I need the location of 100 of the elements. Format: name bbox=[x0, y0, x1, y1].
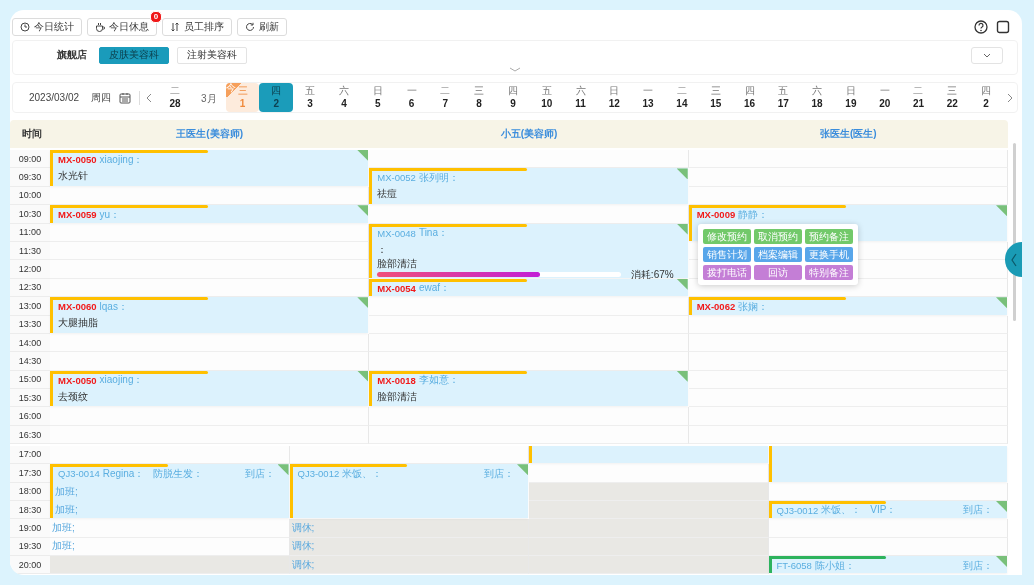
staff-name: 小五(美容师) bbox=[500, 127, 558, 141]
service-text: 脸部清洁 bbox=[377, 389, 419, 403]
client-name: Tina： bbox=[418, 226, 448, 241]
date-cell[interactable]: 六 4 bbox=[327, 83, 361, 112]
time-slot[interactable] bbox=[768, 519, 1008, 538]
time-slot[interactable] bbox=[369, 407, 689, 426]
date-cell[interactable]: 五 17 bbox=[766, 83, 801, 112]
service-text: 大腿抽脂 bbox=[58, 316, 99, 330]
time-slot[interactable] bbox=[50, 223, 370, 242]
time-slot[interactable] bbox=[369, 150, 689, 169]
appointment-card[interactable]: MX-0050 xiaojing： 去颈纹 bbox=[50, 370, 369, 407]
time-slot[interactable] bbox=[289, 445, 529, 465]
time-slot[interactable] bbox=[50, 445, 290, 465]
appointment-card[interactable]: MX-0054 ewaf： bbox=[369, 278, 688, 297]
date-cell[interactable]: 三 8 bbox=[462, 83, 497, 112]
date-cell[interactable]: 日 12 bbox=[597, 83, 632, 112]
service-text: 祛痘 bbox=[377, 187, 399, 201]
staff-name: 王医生(美容师) bbox=[176, 127, 243, 141]
toolbar-button[interactable]: 今日统计 bbox=[12, 18, 82, 36]
time-slot[interactable] bbox=[369, 205, 689, 224]
date-cell[interactable]: 六 18 bbox=[800, 83, 834, 112]
month-label: 3月 bbox=[199, 92, 218, 106]
appointment-card[interactable]: MX-0018 李如意： 脸部清洁 bbox=[369, 370, 688, 407]
appointment-card[interactable]: MX-0060 lqas： 大腿抽脂 bbox=[50, 297, 369, 333]
time-slot[interactable] bbox=[688, 352, 1008, 371]
time-label: 16:00 bbox=[10, 407, 50, 426]
slot-note: 加班; bbox=[54, 503, 78, 518]
date-cell[interactable]: 三 22 bbox=[935, 83, 970, 112]
time-slot[interactable] bbox=[688, 150, 1008, 169]
time-label: 19:00 bbox=[10, 519, 50, 538]
date-cell[interactable]: 五 10 bbox=[529, 83, 564, 112]
time-slot[interactable] bbox=[529, 556, 769, 575]
time-label: 15:30 bbox=[10, 389, 50, 408]
client-name: 陈小姐： bbox=[814, 558, 855, 573]
client-name: 李如意： bbox=[418, 373, 459, 388]
store-label: 旗舰店 bbox=[57, 48, 87, 62]
chevron-left-icon bbox=[146, 92, 153, 103]
date-cell[interactable]: 五 3 bbox=[293, 83, 328, 112]
date-cell[interactable]: 四 9 bbox=[496, 83, 530, 112]
date-cell[interactable]: 二 7 bbox=[428, 83, 463, 112]
appointment-card[interactable]: MX-0052 张列明： 祛痘 bbox=[369, 168, 688, 205]
client-tag: 防脱生发： bbox=[153, 466, 204, 481]
time-label: 13:00 bbox=[10, 297, 50, 316]
help-icon bbox=[974, 20, 988, 34]
date-cell[interactable]: 四 2 bbox=[969, 83, 1003, 112]
appointment-card[interactable]: MX-0050 xiaojing： 水光针 bbox=[50, 150, 369, 186]
time-slot[interactable] bbox=[529, 464, 769, 483]
department-tab[interactable]: 注射美容科 bbox=[177, 46, 247, 64]
collapse-chevron-icon bbox=[509, 67, 521, 72]
time-slot[interactable] bbox=[50, 260, 370, 279]
date-cell[interactable]: 四 16 bbox=[732, 83, 767, 112]
count-badge: 0 bbox=[150, 11, 162, 23]
dropdown-button[interactable] bbox=[971, 46, 1003, 64]
date-cell[interactable]: 一 6 bbox=[394, 83, 429, 112]
reserved-block[interactable] bbox=[768, 445, 1007, 482]
toolbar-button[interactable]: 刷新 bbox=[237, 18, 287, 36]
sort-icon bbox=[170, 22, 180, 32]
appointment-card[interactable]: MX-0059 yu： bbox=[50, 205, 369, 223]
date-cell[interactable]: 三 15 bbox=[698, 83, 733, 112]
date-text: 2023/03/02 bbox=[29, 92, 80, 103]
date-cell[interactable]: 六 11 bbox=[563, 83, 598, 112]
time-slot[interactable] bbox=[369, 352, 689, 371]
time-slot[interactable] bbox=[688, 389, 1008, 408]
time-slot[interactable] bbox=[688, 315, 1008, 334]
arrival-label: 到店： bbox=[963, 558, 993, 573]
client-name: xiaojing： bbox=[99, 152, 144, 167]
service-text: ： bbox=[377, 242, 389, 256]
time-slot[interactable] bbox=[50, 333, 370, 353]
time-slot[interactable] bbox=[50, 556, 290, 575]
department-tab[interactable]: 皮肤美容科 bbox=[99, 46, 169, 64]
date-cell[interactable]: 四 2 bbox=[259, 83, 294, 112]
appointment-code: MX-0054 bbox=[377, 282, 416, 294]
date-cell[interactable]: 一 20 bbox=[867, 83, 902, 112]
toolbar-button[interactable]: 今日休息 bbox=[87, 18, 157, 36]
time-slot[interactable] bbox=[50, 352, 370, 371]
time-slot[interactable] bbox=[688, 168, 1008, 187]
client-name: 米饭、： bbox=[821, 503, 862, 518]
staff-name: 张医生(医生) bbox=[820, 127, 877, 141]
client-name: 静静： bbox=[738, 207, 769, 222]
time-slot[interactable] bbox=[768, 482, 1008, 501]
appointment-card[interactable]: MX-0062 张娴： bbox=[688, 297, 1007, 315]
appointment-code: MX-0052 bbox=[377, 172, 416, 184]
date-cell[interactable]: 二 21 bbox=[901, 83, 936, 112]
usage-label: 消耗:67% bbox=[630, 269, 674, 280]
appointment-code: MX-0050 bbox=[58, 374, 97, 386]
time-label: 10:30 bbox=[10, 205, 50, 224]
time-slot[interactable] bbox=[50, 407, 370, 426]
date-cell[interactable]: 一 13 bbox=[631, 83, 665, 112]
time-slot[interactable] bbox=[688, 407, 1008, 426]
appointment-code: MX-0018 bbox=[377, 374, 416, 386]
reserved-block[interactable] bbox=[529, 445, 768, 464]
toolbar-button[interactable]: 员工排序 bbox=[162, 18, 232, 36]
date-cell[interactable]: 日 19 bbox=[834, 83, 868, 112]
weekday-text: 周四 bbox=[91, 90, 112, 105]
time-slot[interactable] bbox=[50, 186, 370, 206]
date-cell[interactable]: 二 14 bbox=[665, 83, 699, 112]
time-slot[interactable] bbox=[369, 297, 689, 316]
appointment-card[interactable]: MX-0048 Tina： ： 脸部清洁 消耗:67% bbox=[369, 223, 688, 278]
date-cell[interactable]: 日 5 bbox=[360, 83, 395, 112]
date-cell[interactable]: 二 28 bbox=[158, 83, 192, 112]
